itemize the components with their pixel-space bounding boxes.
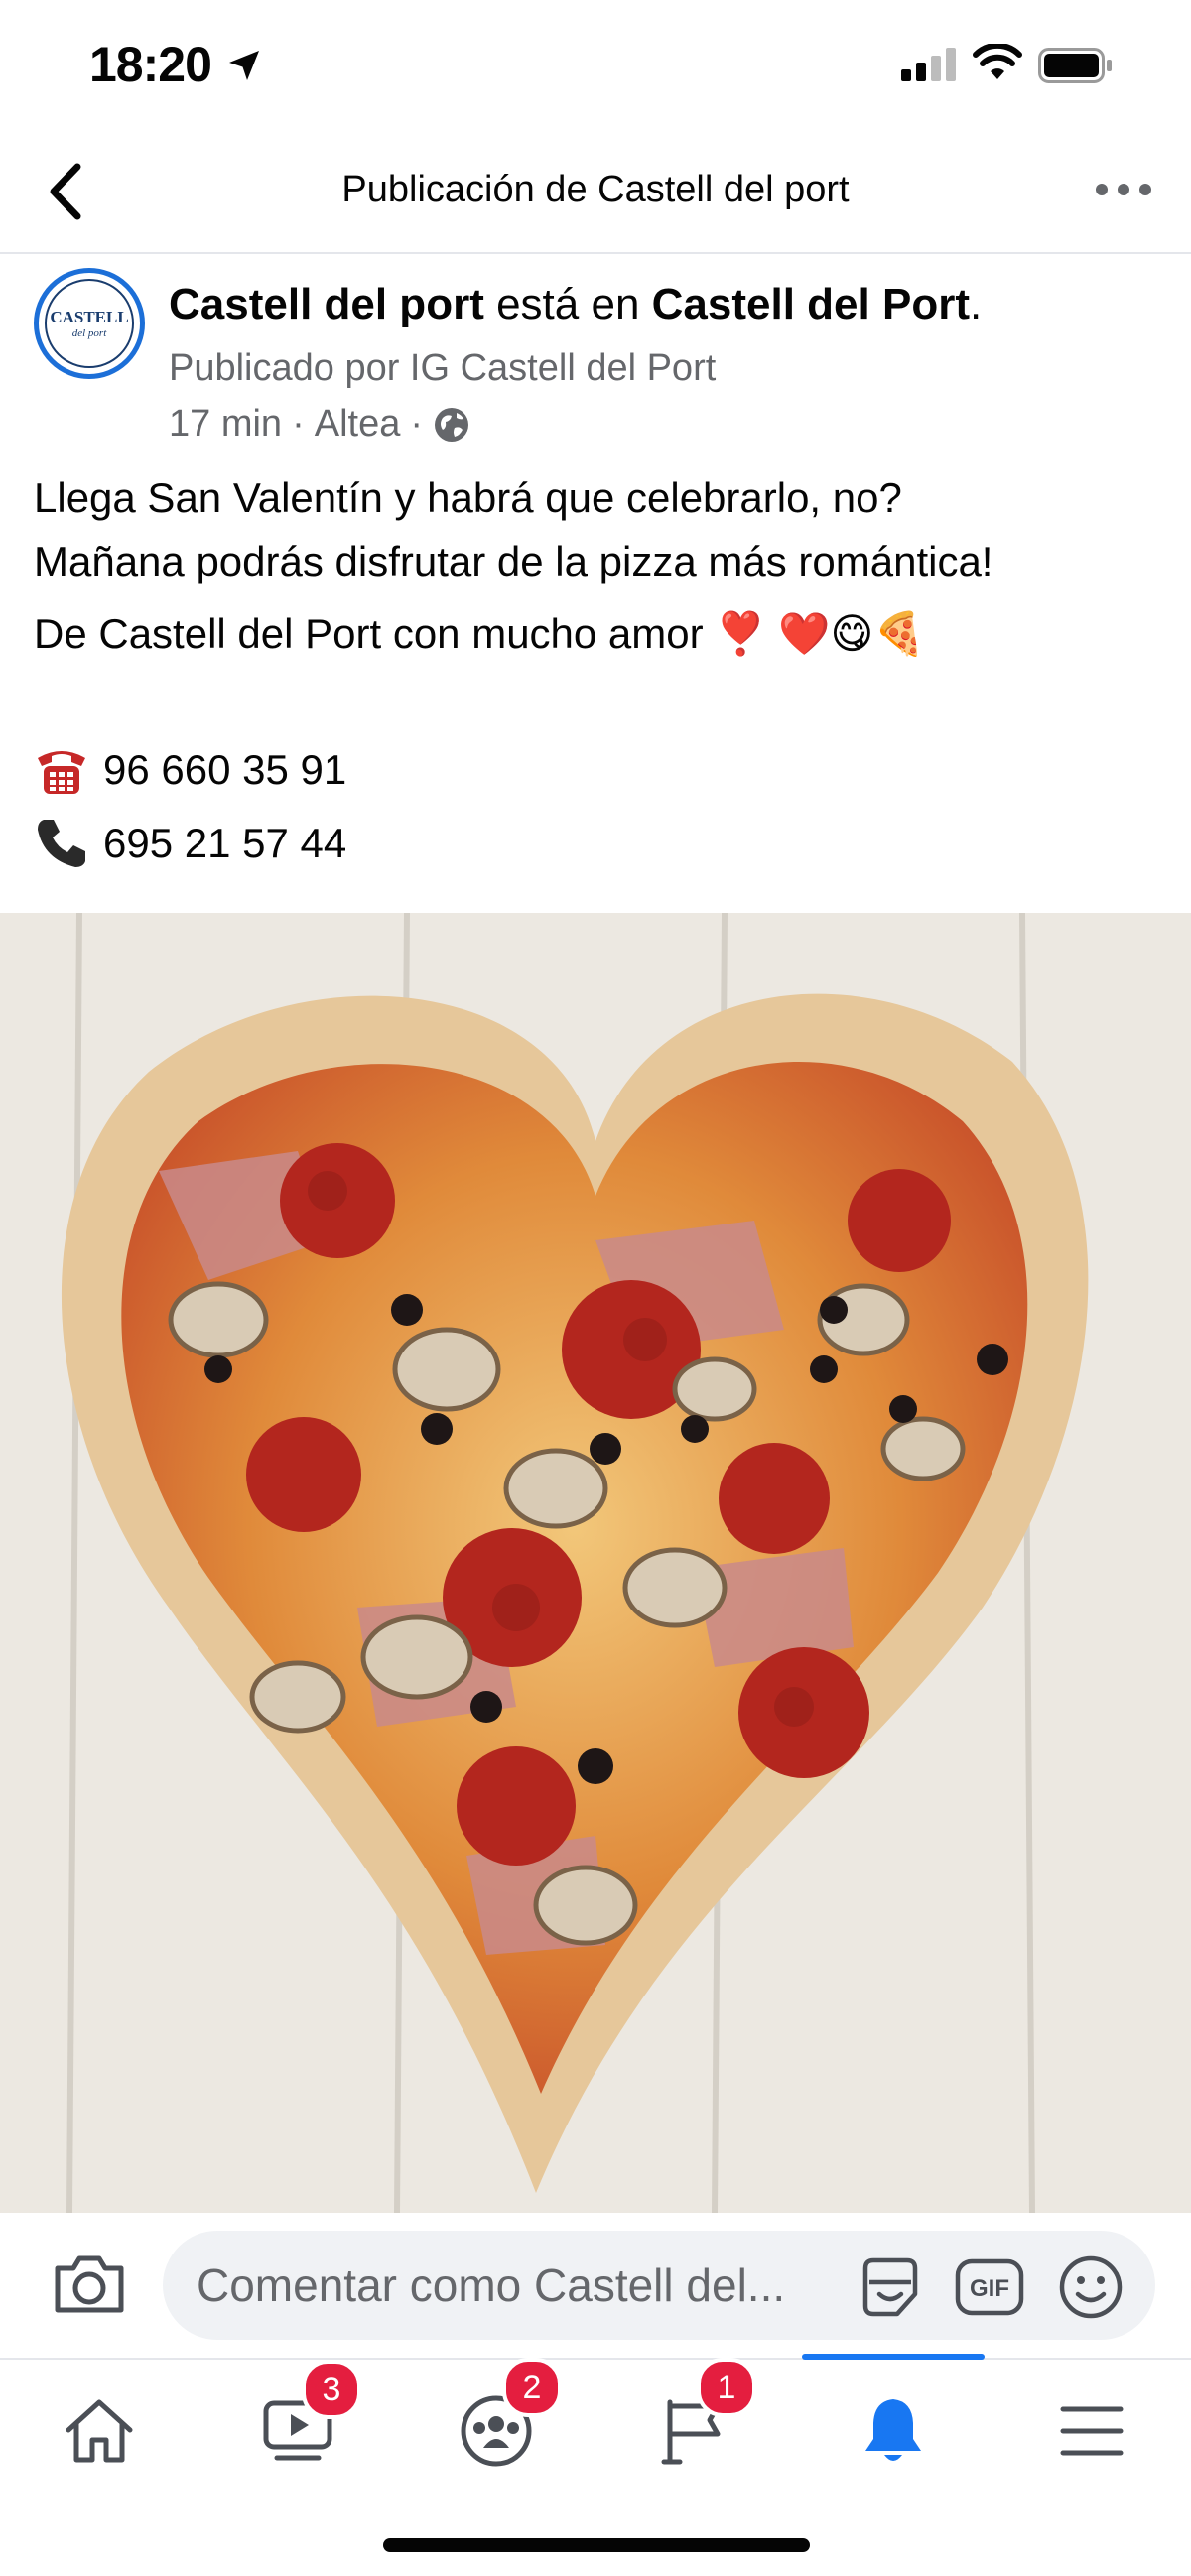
location-arrow-icon [229,51,259,80]
phone-mobile-row: 695 21 57 44 [34,816,346,871]
menu-icon [1060,2406,1124,2456]
period: . [969,280,983,328]
phone-number[interactable]: 96 660 35 91 [103,746,346,794]
back-button[interactable] [44,159,87,224]
meta-separator: · [410,403,423,445]
post-time[interactable]: 17 min [169,403,282,446]
avatar-logo: CASTELL del port [45,279,134,368]
post-photo[interactable] [0,913,1191,2213]
avatar[interactable]: CASTELL del port [34,268,145,379]
wifi-icon [973,44,1022,79]
header-divider [0,252,1191,254]
pages-badge: 1 [697,2358,756,2417]
status-time: 18:20 [89,37,212,92]
emoji-sequence: ❣️ ❤️😋🍕 [715,610,926,657]
location-link[interactable]: Castell del Port [652,280,970,328]
published-by: Publicado por IG Castell del Port [169,347,717,389]
globe-icon [435,407,468,442]
camera-button[interactable] [52,2253,127,2316]
tab-watch[interactable]: 3 [218,2360,377,2481]
cellular-signal-icon [901,48,956,81]
post-header-line: Castell del port está en Castell del Por… [169,280,982,329]
page-title: Publicación de Castell del port [341,169,850,210]
tab-groups[interactable]: 2 [417,2358,576,2481]
is-in-text: está en [496,280,640,328]
phone-landline-row: 96 660 35 91 [34,742,346,798]
telephone-icon [38,751,85,794]
page-name-link[interactable]: Castell del port [169,280,484,328]
avatar-logo-subtext: del port [71,327,107,339]
more-options-button[interactable] [1092,175,1155,204]
tab-home[interactable] [20,2382,179,2481]
post-text-line: De Castell del Port con mucho amor ❣️ ❤️… [34,609,926,659]
active-tab-indicator [802,2354,985,2360]
comment-placeholder: Comentar como Castell del... [197,2259,786,2311]
meta-separator: · [292,403,305,445]
bell-icon [865,2399,921,2461]
post-meta: 17 min · Altea · [169,403,470,446]
avatar-logo-text: CASTELL [50,308,129,326]
phone-number[interactable]: 695 21 57 44 [103,820,346,867]
post-text-line: Llega San Valentín y habrá que celebrarl… [34,474,902,521]
tab-pages[interactable]: 1 [615,2358,774,2481]
battery-icon [1038,48,1112,83]
watch-badge: 3 [302,2360,361,2419]
post-place[interactable]: Altea [315,403,401,446]
emoji-icon[interactable] [1058,2254,1124,2320]
tab-notifications[interactable] [814,2382,973,2481]
post-text-segment: De Castell del Port con mucho amor [34,610,704,657]
phone-receiver-icon [38,820,85,867]
tab-menu[interactable] [1012,2382,1171,2481]
groups-badge: 2 [502,2358,562,2417]
home-indicator[interactable] [383,2538,810,2552]
heart-pizza-image [0,913,1191,2213]
gif-icon[interactable]: GIF [955,2258,1024,2316]
svg-text:GIF: GIF [970,2275,1009,2302]
home-icon [66,2399,133,2463]
tabbar-divider [0,2358,1191,2360]
sticker-icon[interactable] [858,2254,923,2320]
post-text-line: Mañana podrás disfrutar de la pizza más … [34,538,993,584]
